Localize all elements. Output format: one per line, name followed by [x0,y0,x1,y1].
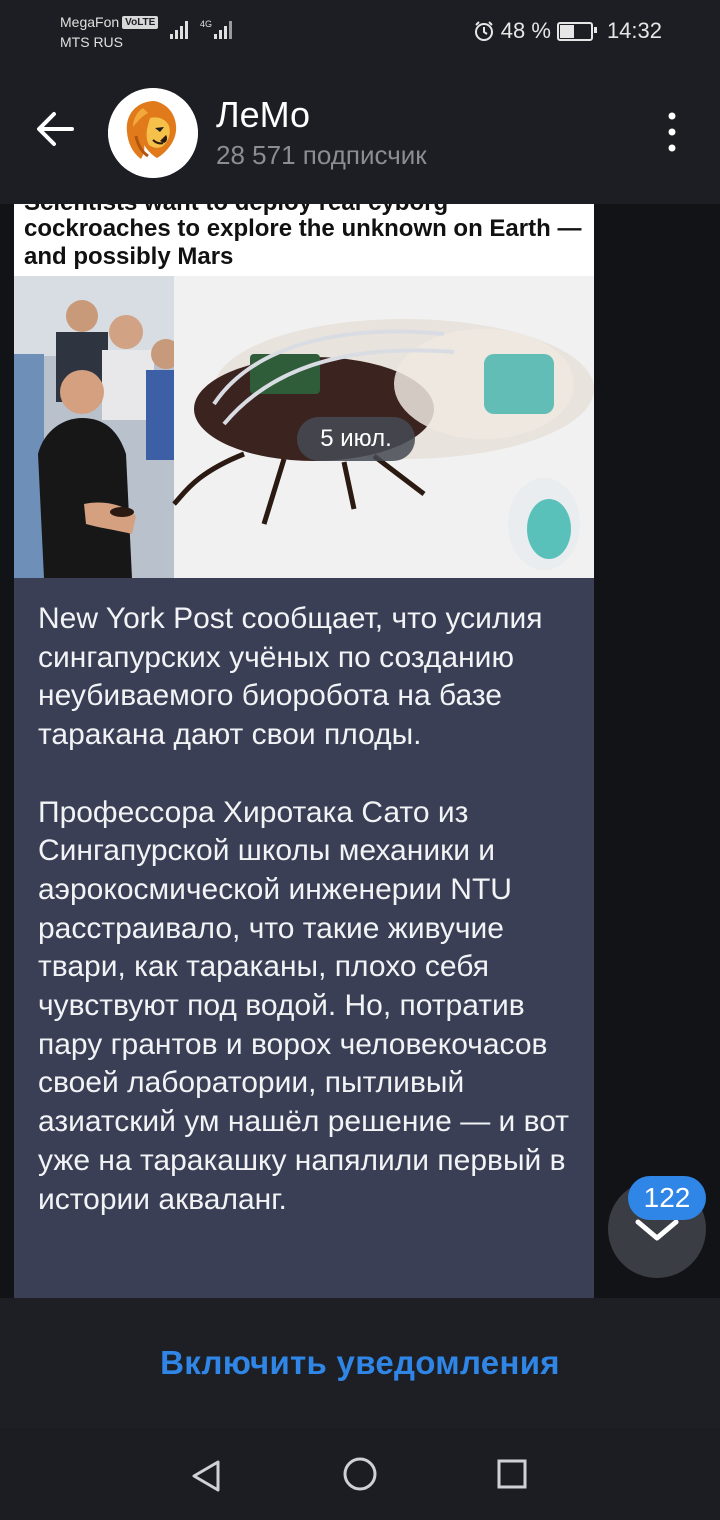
carrier-2: MTS RUS [60,34,123,50]
chat-area[interactable]: Scientists want to deploy real cyborg co… [0,204,720,1298]
network-label: 4G [200,19,212,29]
message-bubble[interactable]: Scientists want to deploy real cyborg co… [14,204,594,1298]
image-headline-2: cockroaches to explore the unknown on Ea… [24,215,581,242]
clock: 14:32 [606,18,662,43]
date-pill: 5 июл. [297,417,415,461]
status-right: 48 % 14:32 [473,18,662,44]
nav-recents-icon[interactable] [496,1458,528,1490]
lion-logo-icon [108,88,198,178]
image-headline-3: and possibly Mars [24,243,233,270]
alarm-icon [474,21,493,41]
nav-back-icon[interactable] [186,1456,226,1496]
post-text: New York Post сообщает, что усилия синга… [38,602,569,1216]
subscriber-count: 28 571 подписчик [216,140,427,170]
bottom-bar: Включить уведомления [0,1298,720,1428]
carrier-1: MegaFon [60,14,120,30]
more-vert-icon[interactable] [660,110,684,154]
nav-home-icon[interactable] [342,1456,378,1492]
unread-badge: 122 [628,1176,706,1220]
carrier-info: MegaFon VoLTE MTS RUS [60,12,159,52]
battery-percent: 48 % [500,18,551,43]
channel-title[interactable]: ЛеМо [216,94,310,136]
enable-notifications-button[interactable]: Включить уведомления [0,1298,720,1428]
back-arrow-icon[interactable] [30,104,80,154]
post-photo[interactable]: Scientists want to deploy real cyborg co… [14,204,594,578]
channel-header: ЛеМо 28 571 подписчик [0,62,720,204]
signal-icon: 4G [170,19,232,39]
status-bar: MegaFon VoLTE MTS RUS 4G 48 % 14:32 [0,0,720,62]
channel-avatar[interactable] [108,88,198,178]
photo-illustration: Scientists want to deploy real cyborg co… [14,204,594,578]
battery-icon [556,21,597,41]
system-navbar [0,1428,720,1520]
volte-badge: VoLTE [122,16,159,29]
